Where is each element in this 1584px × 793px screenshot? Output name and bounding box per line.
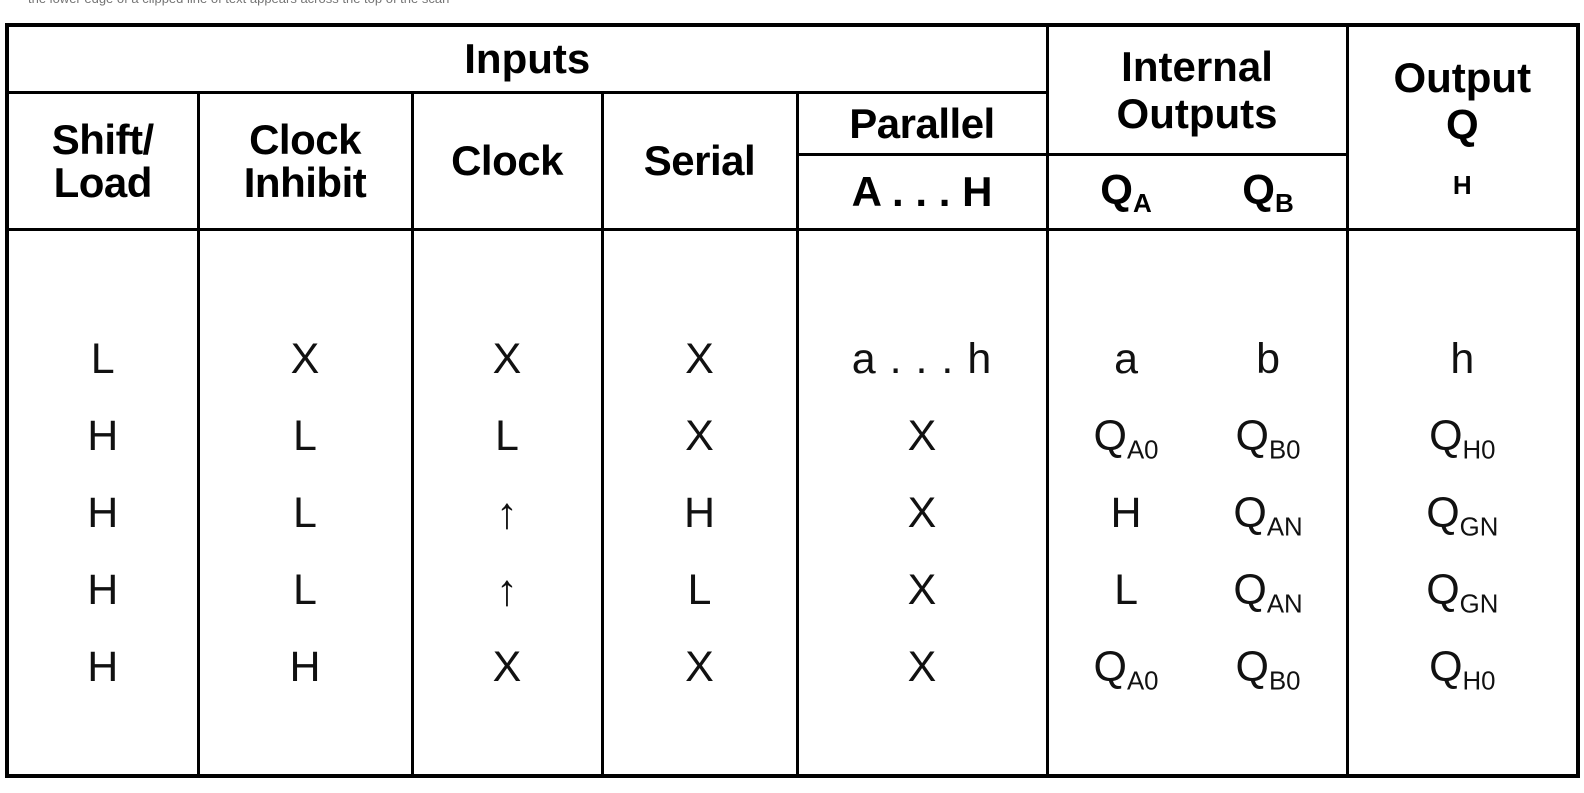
data-value: X bbox=[907, 565, 937, 614]
data-value: QGN bbox=[1426, 488, 1499, 542]
internal-outputs-line-1: Internal bbox=[1121, 43, 1273, 91]
group-header-internal-outputs: Internal Outputs bbox=[1045, 23, 1349, 157]
data-value: X bbox=[907, 642, 937, 691]
data-column-internal-outputs: a b QA0 QB0 H QAN L QAN QA0 QB0 bbox=[1045, 227, 1349, 778]
data-stack-internal-outputs: a b QA0 QB0 H QAN L QAN QA0 QB0 bbox=[1049, 299, 1346, 706]
data-value: H QAN bbox=[1049, 475, 1346, 552]
output-qh-line-2: QH bbox=[1349, 101, 1577, 200]
data-value: QH0 bbox=[1429, 411, 1496, 465]
data-value: X bbox=[492, 334, 522, 383]
function-table: Inputs Internal Outputs Output QH Shift/… bbox=[5, 23, 1581, 778]
column-header-serial: Serial bbox=[600, 90, 799, 231]
clock-inhibit-line-2: Inhibit bbox=[243, 158, 367, 206]
sub-header-qb: QB bbox=[1197, 166, 1339, 219]
data-column-clock-inhibit: XLLLH bbox=[196, 227, 414, 778]
data-value: H bbox=[683, 488, 716, 537]
data-value: L bbox=[293, 488, 317, 537]
data-value: H bbox=[87, 411, 119, 460]
qa-base: Q bbox=[1100, 165, 1133, 213]
shift-load-line-1: Shift/ bbox=[51, 115, 154, 163]
qb-base: Q bbox=[1242, 165, 1275, 213]
sub-header-internal-outputs-pair: QA QB bbox=[1045, 153, 1349, 231]
column-header-clock-inhibit: Clock Inhibit bbox=[196, 90, 414, 231]
output-qh-base: Q bbox=[1445, 101, 1479, 149]
data-value: ↑ bbox=[496, 565, 518, 615]
data-value-qa: QA0 bbox=[1093, 411, 1159, 465]
data-value: H bbox=[289, 642, 321, 691]
function-table-container: Inputs Internal Outputs Output QH Shift/… bbox=[5, 23, 1581, 778]
qa-subscript: A bbox=[1132, 187, 1152, 218]
data-stack-clock: X L ↑ ↑ X bbox=[414, 299, 601, 706]
data-value: X bbox=[290, 334, 320, 383]
data-value: QA0 QB0 bbox=[1049, 629, 1346, 706]
internal-outputs-line-2: Outputs bbox=[1116, 90, 1278, 138]
data-value: QH0 bbox=[1429, 642, 1496, 696]
data-value-qb: QAN bbox=[1233, 488, 1303, 542]
data-value: H bbox=[87, 642, 119, 691]
data-value-qb: QAN bbox=[1233, 565, 1303, 619]
data-value-qa: L bbox=[1114, 565, 1138, 614]
data-value: L bbox=[293, 411, 317, 460]
data-column-output-qh: h QH0 QGN QGN QH0 bbox=[1345, 227, 1580, 778]
data-value: L bbox=[495, 411, 519, 460]
data-stack-output-qh: h QH0 QGN QGN QH0 bbox=[1349, 299, 1577, 706]
data-stack-shift-load: LHHHH bbox=[9, 299, 197, 706]
data-value: QGN bbox=[1426, 565, 1499, 619]
column-header-parallel: Parallel bbox=[795, 90, 1049, 157]
data-value: L QAN bbox=[1049, 552, 1346, 629]
clock-inhibit-line-1: Clock bbox=[249, 115, 361, 163]
data-value-qa: H bbox=[1110, 488, 1142, 537]
table-group-header-row: Inputs Internal Outputs Output QH bbox=[5, 23, 1580, 231]
data-value: L bbox=[687, 565, 712, 614]
data-value: X bbox=[492, 642, 522, 691]
output-qh-line-1: Output bbox=[1393, 54, 1532, 102]
data-value-qb: QB0 bbox=[1235, 411, 1301, 465]
data-value: L bbox=[90, 334, 115, 383]
data-value: ↑ bbox=[496, 488, 518, 538]
data-column-clock: X L ↑ ↑ X bbox=[410, 227, 604, 778]
table-data-block-row: LHHHH XLLLH X L ↑ ↑ X XXHLX a . . . hXXXX ab… bbox=[5, 227, 1580, 778]
data-value: X bbox=[685, 334, 714, 383]
sub-header-parallel-range: A . . . H bbox=[795, 153, 1049, 231]
data-value: ab bbox=[1049, 321, 1346, 398]
data-value-qa: a bbox=[1114, 334, 1138, 383]
data-value: a . . . h bbox=[851, 334, 993, 383]
data-column-parallel: a . . . hXXXX bbox=[795, 227, 1049, 778]
qb-subscript: B bbox=[1274, 187, 1294, 218]
data-value: X bbox=[907, 411, 937, 460]
data-column-serial: XXHLX bbox=[600, 227, 799, 778]
data-value: h bbox=[1450, 334, 1475, 383]
data-stack-clock-inhibit: XLLLH bbox=[200, 299, 411, 706]
group-header-inputs: Inputs bbox=[5, 23, 1049, 94]
data-value: H bbox=[87, 488, 119, 537]
column-header-clock: Clock bbox=[410, 90, 604, 231]
data-stack-serial: XXHLX bbox=[604, 299, 796, 706]
column-header-shift-load: Shift/ Load bbox=[5, 90, 200, 231]
data-value: H bbox=[87, 565, 119, 614]
data-value: L bbox=[293, 565, 317, 614]
data-value: X bbox=[685, 411, 714, 460]
data-column-shift-load: LHHHH bbox=[5, 227, 200, 778]
scan-edge-artifact-text: the lower edge of a clipped line of text… bbox=[28, 0, 668, 5]
data-value: X bbox=[685, 642, 714, 691]
data-value: QA0 QB0 bbox=[1049, 398, 1346, 475]
data-value-qa: QA0 bbox=[1093, 642, 1159, 696]
group-header-output-qh: Output QH bbox=[1345, 23, 1580, 231]
data-value-qb: b bbox=[1256, 334, 1280, 383]
output-qh-subscript: H bbox=[1452, 170, 1472, 201]
data-stack-parallel: a . . . hXXXX bbox=[799, 299, 1046, 706]
data-value: X bbox=[907, 488, 937, 537]
scan-edge-artifact: the lower edge of a clipped line of text… bbox=[28, 0, 668, 6]
shift-load-line-2: Load bbox=[53, 158, 153, 206]
sub-header-qa: QA bbox=[1055, 166, 1197, 219]
data-value-qb: QB0 bbox=[1235, 642, 1301, 696]
